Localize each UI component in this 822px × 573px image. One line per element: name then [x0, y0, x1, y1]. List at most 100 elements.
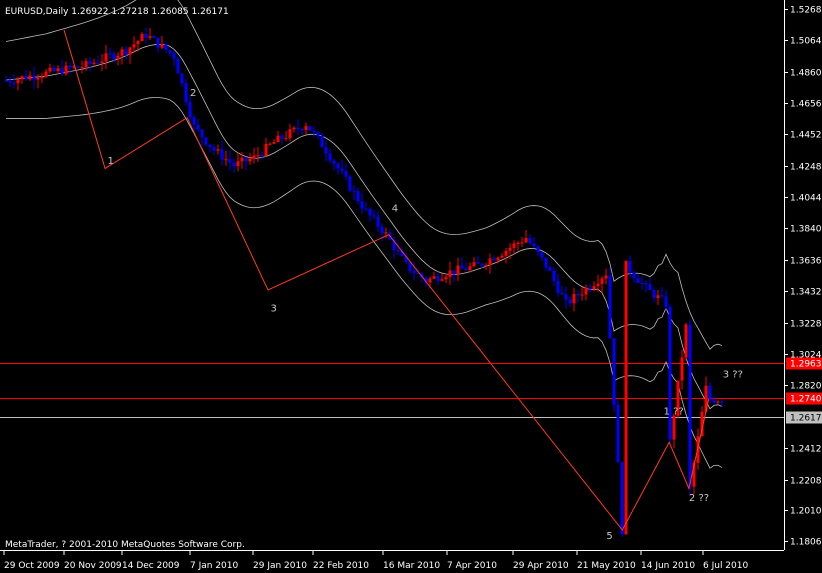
candle-body	[652, 290, 656, 299]
candle-body	[268, 143, 272, 145]
candle-body	[80, 66, 84, 68]
candle-body	[720, 401, 724, 403]
candle-body	[156, 37, 160, 48]
y-tick-label-4: 1.44520	[790, 131, 822, 141]
candle-body	[476, 262, 480, 264]
candle-body	[52, 67, 56, 72]
candle-body	[232, 162, 236, 167]
candle-body	[352, 190, 356, 192]
y-tick-label-2: 1.48600	[790, 69, 822, 79]
candle-body	[640, 282, 644, 284]
y-tick-label-16: 1.18060	[790, 538, 822, 548]
candle-body	[712, 399, 716, 403]
x-tick-label-2: 14 Dec 2009	[122, 561, 180, 571]
candle-body	[64, 65, 68, 74]
candle-body	[672, 415, 676, 440]
y-tick-label-8: 1.36360	[790, 257, 822, 267]
candle-body	[228, 159, 232, 163]
candle-body	[600, 278, 604, 284]
candle-body	[524, 238, 528, 243]
candle-body	[612, 338, 616, 405]
candle-body	[536, 246, 540, 253]
x-tick-label-8: 29 Apr 2010	[513, 561, 569, 571]
candle-body	[320, 135, 324, 148]
candle-body	[120, 49, 124, 56]
candle-body	[160, 43, 164, 48]
candle-body	[556, 280, 560, 293]
candle-body	[572, 293, 576, 304]
candle-body	[116, 55, 120, 60]
candle-body	[188, 102, 192, 118]
candle-body	[304, 126, 308, 130]
candle-body	[464, 268, 468, 271]
candle-body	[8, 80, 12, 83]
candle-body	[176, 58, 180, 74]
candle-body	[24, 76, 28, 80]
candle-body	[384, 232, 388, 234]
candle-body	[240, 157, 244, 162]
candle-body	[168, 50, 172, 54]
candle-body	[520, 242, 524, 244]
candle-body	[88, 61, 92, 64]
y-tick-label-13: 1.24120	[790, 445, 822, 455]
candle-body	[344, 171, 348, 177]
wave-label-6: 2 ??	[689, 493, 709, 504]
candle-body	[104, 53, 108, 62]
wave-label-1: 2	[190, 88, 196, 99]
candle-body	[264, 143, 268, 156]
candle-body	[716, 401, 720, 403]
candle-body	[32, 75, 36, 80]
candle-body	[432, 276, 436, 279]
candle-body	[112, 53, 116, 60]
wave-label-3: 4	[392, 204, 398, 215]
candle-body	[100, 61, 104, 64]
candle-body	[552, 271, 556, 281]
candle-body	[56, 68, 60, 72]
x-tick-label-10: 14 Jun 2010	[641, 561, 695, 571]
y-tick-label-7: 1.38400	[790, 225, 822, 235]
candle-body	[664, 296, 668, 307]
candle-body	[604, 275, 608, 279]
chart-window[interactable]: 1 2 3 4 5 1 ?? 2 ?? 3 ?? 1.52680 1.50640 1.48600 1…	[0, 0, 822, 573]
candle-body	[196, 124, 200, 130]
candle-body	[132, 44, 136, 48]
candle-body	[48, 67, 52, 72]
candle-body	[208, 144, 212, 148]
candle-body	[236, 161, 240, 167]
candle-body	[648, 284, 652, 291]
candle-body	[300, 129, 304, 131]
candle-body	[336, 163, 340, 169]
candle-body	[544, 257, 548, 268]
candle-body	[488, 258, 492, 266]
chart-background	[0, 0, 822, 573]
candle-body	[164, 43, 168, 51]
y-tick-label-12: 1.28200	[790, 382, 822, 392]
candle-body	[504, 250, 508, 256]
candle-body	[412, 270, 416, 273]
candle-body	[496, 257, 500, 261]
candle-body	[284, 137, 288, 139]
candle-body	[528, 238, 532, 244]
candle-body	[252, 155, 256, 159]
candle-body	[40, 76, 44, 79]
candle-body	[632, 272, 636, 279]
price-chart[interactable]: 1 2 3 4 5 1 ?? 2 ?? 3 ?? 1.52680 1.50640 1.48600 1…	[0, 0, 822, 573]
candle-body	[212, 147, 216, 151]
candle-body	[308, 126, 312, 131]
candle-body	[580, 294, 584, 296]
candle-body	[16, 79, 20, 84]
candle-body	[548, 267, 552, 272]
candle-body	[60, 68, 64, 74]
candle-body	[128, 47, 132, 55]
candle-body	[588, 287, 592, 290]
candle-body	[440, 279, 444, 281]
candle-body	[668, 306, 672, 440]
candle-body	[456, 265, 460, 275]
candle-body	[192, 117, 196, 125]
candle-body	[688, 324, 692, 487]
candle-body	[216, 149, 220, 151]
candle-body	[620, 462, 624, 535]
candle-body	[564, 294, 568, 300]
candle-body	[656, 295, 660, 299]
candle-body	[644, 283, 648, 285]
